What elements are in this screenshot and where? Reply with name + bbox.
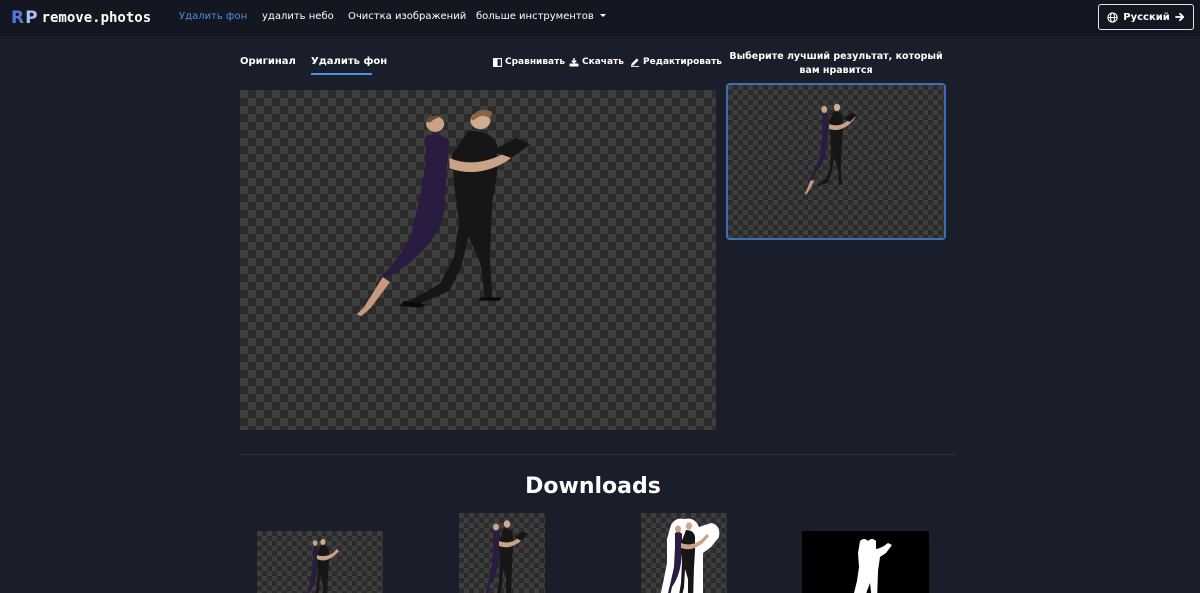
- nav-remove-sky[interactable]: удалить небо: [262, 11, 334, 22]
- compare-label: Сравнивать: [505, 57, 566, 67]
- globe-icon: [1107, 11, 1118, 23]
- compare-button[interactable]: Сравнивать: [493, 57, 565, 67]
- download-label: Скачать: [582, 57, 624, 67]
- result-option-background: [728, 85, 944, 238]
- logo-mark: RP: [11, 7, 38, 28]
- section-divider: [240, 454, 956, 455]
- logo-mark-p: P: [25, 7, 38, 28]
- nav-more-tools[interactable]: больше инструментов: [476, 11, 606, 22]
- nav-image-cleanup[interactable]: Очистка изображений: [348, 11, 466, 22]
- edit-label: Редактировать: [643, 57, 722, 67]
- compare-icon: [493, 57, 502, 67]
- download-icon: [569, 57, 579, 66]
- download-option-transparent-wide[interactable]: [257, 531, 383, 593]
- chevron-down-icon: [599, 13, 606, 17]
- result-preview-canvas[interactable]: [240, 90, 716, 430]
- arrow-right-icon: [1174, 12, 1184, 22]
- dancers-cutout-image: [356, 109, 531, 317]
- active-tab-indicator: [311, 73, 372, 75]
- dancers-thumbnail-image: [804, 103, 857, 195]
- dancers-download-image: [485, 520, 528, 593]
- download-option-transparent[interactable]: [459, 513, 545, 593]
- dancers-download-image: [307, 539, 339, 593]
- edit-button[interactable]: Редактировать: [630, 57, 722, 67]
- nav-more-tools-label: больше инструментов: [476, 11, 594, 22]
- logo[interactable]: RP remove.photos: [11, 6, 151, 30]
- tab-remove-background[interactable]: Удалить фон: [311, 56, 387, 67]
- language-label: Русский: [1123, 11, 1170, 23]
- dancers-mask-image: [854, 539, 892, 593]
- top-navbar: RP remove.photos Удалить фон удалить неб…: [0, 0, 1200, 36]
- result-option-thumbnail[interactable]: [726, 83, 946, 240]
- download-option-sticker[interactable]: [641, 513, 727, 593]
- dancers-sticker-image: [660, 518, 720, 593]
- language-button[interactable]: Русский: [1098, 4, 1194, 30]
- logo-mark-r: R: [11, 7, 25, 28]
- edit-icon: [631, 58, 639, 67]
- download-option-mask[interactable]: [802, 531, 929, 593]
- logo-text: remove.photos: [41, 10, 152, 26]
- downloads-title: Downloads: [525, 474, 661, 499]
- tab-original[interactable]: Оригинал: [240, 56, 296, 67]
- nav-remove-background[interactable]: Удалить фон: [179, 11, 247, 22]
- download-button[interactable]: Скачать: [569, 57, 624, 67]
- results-title: Выберите лучший результат, который вам н…: [729, 51, 943, 76]
